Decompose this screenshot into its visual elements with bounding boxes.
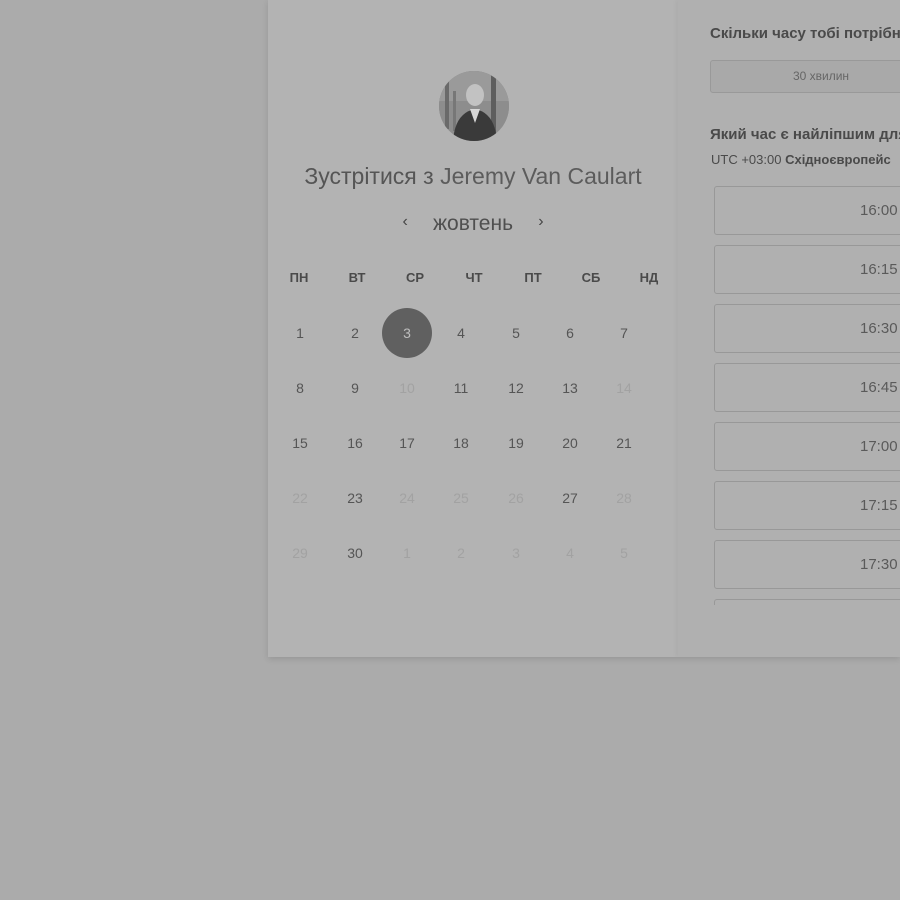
calendar-day[interactable]: 6 <box>545 308 595 358</box>
calendar-day: 2 <box>457 545 465 561</box>
duration-select[interactable]: 30 хвилин <box>710 60 900 93</box>
calendar-day: 3 <box>512 545 520 561</box>
timezone-offset: UTC +03:00 <box>711 152 782 167</box>
calendar-day[interactable]: 4 <box>436 308 486 358</box>
host-name: Jeremy Van Caulart <box>440 163 642 189</box>
calendar-day[interactable]: 30 <box>330 528 380 578</box>
weekday-header: ПН ВТ СР ЧТ ПТ СБ НД <box>268 270 678 290</box>
calendar-day: 10 <box>399 380 415 396</box>
timezone-name: Східноєвропейс <box>785 152 891 167</box>
calendar-day[interactable]: 2 <box>330 308 380 358</box>
calendar-day: 26 <box>508 490 524 506</box>
selected-day[interactable]: 3 <box>382 308 432 358</box>
calendar-day: 1 <box>403 545 411 561</box>
time-question: Який час є найліпшим для <box>710 126 900 143</box>
time-slot-button[interactable]: 17:00 <box>714 422 900 471</box>
calendar-day[interactable]: 19 <box>491 418 541 468</box>
host-avatar <box>439 71 509 141</box>
time-slot-button[interactable]: 17:15 <box>714 481 900 530</box>
time-slot-button[interactable]: 16:00 <box>714 186 900 235</box>
time-panel: Скільки часу тобі потрібн 30 хвилин Який… <box>678 0 900 657</box>
time-slot-button[interactable]: 16:15 <box>714 245 900 294</box>
calendar-day[interactable]: 23 <box>330 473 380 523</box>
weekday-label: НД <box>639 270 659 285</box>
time-slot-button[interactable]: 17:30 <box>714 540 900 589</box>
calendar-day[interactable]: 5 <box>491 308 541 358</box>
weekday-label: ВТ <box>348 270 366 285</box>
weekday-label: ПН <box>289 270 309 285</box>
calendar-day: 24 <box>399 490 415 506</box>
calendar-day[interactable]: 13 <box>545 363 595 413</box>
calendar-day[interactable]: 16 <box>330 418 380 468</box>
meeting-title: Зустрітися з Jeremy Van Caulart <box>268 163 678 190</box>
weekday-label: СБ <box>581 270 601 285</box>
calendar-day: 4 <box>566 545 574 561</box>
month-label: жовтень <box>432 212 514 235</box>
time-slot-button[interactable] <box>714 599 900 605</box>
time-slot-list: 16:00 16:15 16:30 16:45 17:00 17:15 17:30 <box>714 186 900 605</box>
calendar-day[interactable]: 11 <box>436 363 486 413</box>
calendar-day: 22 <box>292 490 308 506</box>
calendar-day[interactable]: 18 <box>436 418 486 468</box>
time-slot-button[interactable]: 16:30 <box>714 304 900 353</box>
timezone-label[interactable]: UTC +03:00 Східноєвропейс <box>711 152 891 167</box>
weekday-label: ПТ <box>524 270 542 285</box>
calendar-day: 14 <box>616 380 632 396</box>
calendar-day[interactable]: 21 <box>599 418 649 468</box>
calendar-panel: Зустрітися з Jeremy Van Caulart ‹ жовтен… <box>268 0 678 657</box>
chevron-left-icon[interactable]: ‹ <box>391 210 419 234</box>
calendar-day: 25 <box>453 490 469 506</box>
calendar-day: 28 <box>616 490 632 506</box>
weekday-label: СР <box>405 270 425 285</box>
calendar-day[interactable]: 12 <box>491 363 541 413</box>
calendar-day[interactable]: 17 <box>382 418 432 468</box>
weekday-label: ЧТ <box>465 270 483 285</box>
calendar-day[interactable]: 9 <box>330 363 380 413</box>
month-navigation: ‹ жовтень › <box>268 210 678 238</box>
calendar-day: 29 <box>292 545 308 561</box>
calendar-day: 5 <box>620 545 628 561</box>
calendar-day[interactable]: 8 <box>275 363 325 413</box>
time-slot-button[interactable]: 16:45 <box>714 363 900 412</box>
calendar-day[interactable]: 27 <box>545 473 595 523</box>
calendar-day[interactable]: 15 <box>275 418 325 468</box>
duration-question: Скільки часу тобі потрібн <box>710 25 900 42</box>
booking-card: Зустрітися з Jeremy Van Caulart ‹ жовтен… <box>268 0 900 657</box>
calendar-day[interactable]: 20 <box>545 418 595 468</box>
calendar-day[interactable]: 7 <box>599 308 649 358</box>
chevron-right-icon[interactable]: › <box>527 210 555 234</box>
meeting-title-prefix: Зустрітися з <box>304 163 434 189</box>
calendar-day[interactable]: 1 <box>275 308 325 358</box>
